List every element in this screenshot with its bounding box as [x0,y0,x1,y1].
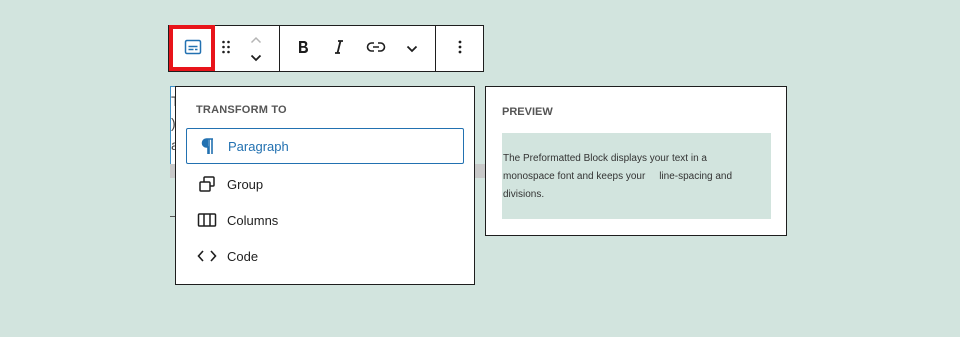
transform-option-label: Code [227,248,259,264]
link-icon [366,40,386,59]
transform-option-group[interactable]: Group [186,166,464,202]
chevron-down-icon [406,40,418,58]
italic-icon [334,39,344,60]
italic-button[interactable] [325,27,353,71]
transform-option-columns[interactable]: Columns [186,202,464,238]
drag-icon [221,39,231,60]
transform-option-label: Group [227,176,264,192]
transform-preview-panel: PREVIEW The Preformatted Block displays … [485,86,787,236]
transform-option-label: Columns [227,212,279,228]
transform-option-code[interactable]: Code [186,238,464,274]
transform-menu: TRANSFORM TO Paragraph Group Columns Cod… [175,86,475,285]
bold-button[interactable] [289,27,317,71]
chevron-up-icon [250,31,262,49]
more-vertical-icon [458,39,462,60]
move-up-button[interactable] [245,31,267,49]
more-formatting-button[interactable] [399,27,425,71]
move-down-button[interactable] [245,49,267,67]
block-options-button[interactable] [445,27,475,71]
group-icon [196,173,218,195]
toolbar-separator [435,26,436,71]
paragraph-icon [197,135,219,157]
transform-option-label: Paragraph [228,138,289,154]
chevron-down-icon [250,49,262,67]
preview-text: The Preformatted Block displays your tex… [503,153,733,200]
preview-content: The Preformatted Block displays your tex… [502,133,771,219]
link-button[interactable] [361,27,391,71]
transform-option-paragraph[interactable]: Paragraph [186,128,464,164]
preview-heading: PREVIEW [502,106,553,118]
block-toolbar [168,25,484,72]
code-icon [196,245,218,267]
toolbar-separator [279,26,280,71]
columns-icon [196,209,218,231]
drag-handle[interactable] [216,27,236,71]
transform-menu-heading: TRANSFORM TO [196,104,287,116]
bold-icon [296,39,310,60]
preformatted-icon [184,38,202,61]
block-type-button[interactable] [170,27,216,71]
